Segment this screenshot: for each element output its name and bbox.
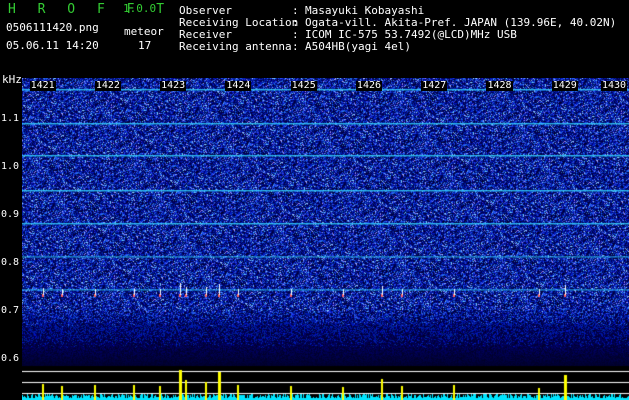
file-name: 0506111420.png xyxy=(6,21,99,34)
y-axis-tick-label: 0.6 xyxy=(1,352,20,364)
y-axis-unit-label: kHz xyxy=(2,73,22,86)
hrofft-window: H R O F F T 1.0.0 0506111420.png 05.06.1… xyxy=(0,0,629,400)
receiver-value: ICOM IC-575 53.7492(@LCD)MHz USB xyxy=(305,28,517,41)
receiver-separator: : xyxy=(292,28,299,41)
y-axis-tick-label: 0.7 xyxy=(1,304,20,316)
x-axis-tick-label: 1423 xyxy=(160,80,187,91)
x-axis-tick-label: 1422 xyxy=(94,80,121,91)
location-label: Receiving Location xyxy=(179,16,299,29)
receiver-label: Receiver xyxy=(179,28,232,41)
observer-value: Masayuki Kobayashi xyxy=(305,4,425,17)
observation-datetime: 05.06.11 14:20 xyxy=(6,39,99,52)
x-axis-tick-label: 1425 xyxy=(290,80,317,91)
antenna-label: Receiving antenna xyxy=(179,40,292,53)
y-axis-tick-label: 1.0 xyxy=(1,160,20,172)
x-axis-tick-label: 1424 xyxy=(225,80,252,91)
observer-separator: : xyxy=(292,4,299,17)
x-axis-tick-label: 1421 xyxy=(29,80,56,91)
antenna-value: A504HB(yagi 4el) xyxy=(305,40,411,53)
observer-label: Observer xyxy=(179,4,232,17)
spectrogram-canvas xyxy=(22,78,629,400)
antenna-separator: : xyxy=(292,40,299,53)
y-axis-tick-label: 1.1 xyxy=(1,112,20,124)
y-axis-tick-label: 0.9 xyxy=(1,208,20,220)
y-axis-tick-label: 0.8 xyxy=(1,256,20,268)
location-separator: : xyxy=(292,16,299,29)
meteor-count-value: 17 xyxy=(138,39,152,52)
location-value: Ogata-vill. Akita-Pref. JAPAN (139.96E, … xyxy=(305,16,617,29)
x-axis-tick-label: 1428 xyxy=(486,80,513,91)
x-axis-tick-label: 1429 xyxy=(551,80,578,91)
app-version: 1.0.0 xyxy=(123,2,157,15)
x-axis-tick-label: 1430 xyxy=(601,80,628,91)
x-axis-tick-label: 1426 xyxy=(355,80,383,91)
meteor-count-label: meteor xyxy=(124,25,164,38)
x-axis-tick-label: 1427 xyxy=(421,80,448,91)
